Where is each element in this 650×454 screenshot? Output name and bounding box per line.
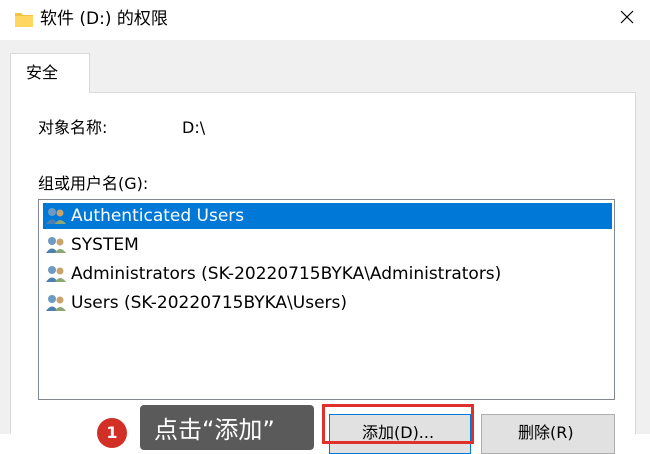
user-group-icon [45,293,67,313]
object-name-value: D:\ [182,118,206,137]
tab-security-label: 安全 [26,63,59,82]
remove-button-label: 删除(R) [518,423,574,442]
list-item-label: Authenticated Users [71,206,245,226]
user-group-icon [45,206,67,226]
user-group-icon [45,235,67,255]
add-button-highlight [322,404,474,444]
step-badge: 1 [97,418,127,448]
close-icon [619,9,635,29]
list-item-label: SYSTEM [71,235,139,255]
list-item-system[interactable]: SYSTEM [43,232,612,258]
object-name-label: 对象名称: [38,118,108,137]
user-group-icon [45,264,67,284]
user-list[interactable]: Authenticated Users SYSTEM Administrator… [38,199,615,400]
group-or-user-label: 组或用户名(G): [38,174,149,193]
list-item-authenticated-users[interactable]: Authenticated Users [43,203,612,229]
title-bar: 软件 (D:) 的权限 [0,0,650,40]
list-item-users[interactable]: Users (SK-20220715BYKA\Users) [43,290,612,316]
window-title: 软件 (D:) 的权限 [40,9,168,29]
folder-icon [14,10,34,28]
remove-button[interactable]: 删除(R) [481,414,615,454]
list-item-label: Administrators (SK-20220715BYKA\Administ… [71,264,502,284]
list-item-label: Users (SK-20220715BYKA\Users) [71,293,348,313]
callout-tooltip: 点击“添加” [140,405,314,450]
callout-text: 点击“添加” [154,416,275,444]
list-item-administrators[interactable]: Administrators (SK-20220715BYKA\Administ… [43,261,612,287]
close-button[interactable] [610,0,644,38]
tab-security[interactable]: 安全 [10,53,90,93]
